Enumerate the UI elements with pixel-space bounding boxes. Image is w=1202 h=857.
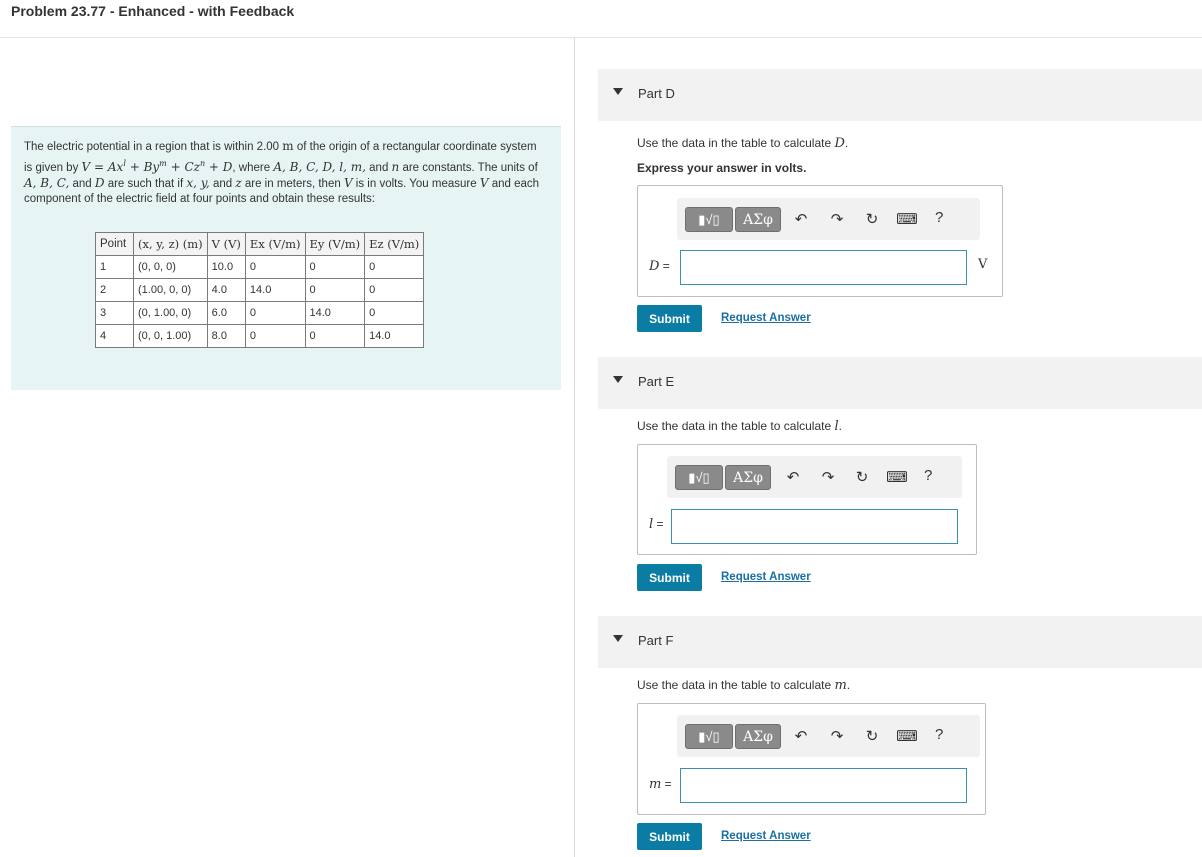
help-icon[interactable]: ? [935,726,943,743]
page-header: Problem 23.77 - Enhanced - with Feedback [0,0,1202,38]
reset-icon[interactable]: ↻ [853,468,871,486]
table-cell: 0 [364,255,425,279]
problem-text: The electric potential in a region that … [24,139,540,206]
table-cell: (0, 0, 0) [133,255,208,279]
keyboard-icon[interactable]: ⌨ [896,727,918,745]
table-cell: 8.0 [206,324,246,348]
part-f-answer-box: ▮√▯ ΑΣφ ↶ ↷ ↻ ⌨ ? m = [637,703,986,815]
greek-symbols-button[interactable]: ΑΣφ [725,465,771,490]
table-cell: 4 [95,324,134,348]
table-row: 2 (1.00, 0, 0) 4.0 14.0 0 0 [95,278,425,302]
part-e-instruction: Use the data in the table to calculate l… [637,419,842,434]
part-e-answer-input[interactable] [671,509,958,544]
measurement-table: Point (x, y, z) (m) V (V) Ex (V/m) Ey (V… [95,232,425,348]
problem-statement: The electric potential in a region that … [11,126,561,390]
part-f-answer-input[interactable] [680,768,967,803]
keyboard-icon[interactable]: ⌨ [896,210,918,228]
column-divider [574,38,575,857]
collapse-caret-icon[interactable] [613,88,623,95]
table-cell: 0 [364,301,425,325]
table-cell: 0 [304,255,366,279]
redo-icon[interactable]: ↷ [828,210,846,228]
part-f-request-answer-link[interactable]: Request Answer [721,830,811,842]
table-cell: 6.0 [206,301,246,325]
table-cell: 2 [95,278,134,302]
part-d-answer-input[interactable] [680,250,967,285]
part-d-header[interactable]: Part D [598,69,1202,121]
table-header-cell: Ey (V/m) [304,232,366,256]
template-button[interactable]: ▮√▯ [685,724,733,749]
undo-icon[interactable]: ↶ [792,210,810,228]
part-d-label: Part D [638,86,675,101]
part-e-header[interactable]: Part E [598,357,1202,409]
table-cell: 4.0 [206,278,246,302]
redo-icon[interactable]: ↷ [828,727,846,745]
table-cell: (0, 0, 1.00) [133,324,208,348]
math-toolbar: ▮√▯ ΑΣφ ↶ ↷ ↻ ⌨ ? [677,715,980,757]
template-button[interactable]: ▮√▯ [675,465,723,490]
part-e-label: Part E [638,374,675,389]
table-cell: 3 [95,301,134,325]
part-d-answer-box: ▮√▯ ΑΣφ ↶ ↷ ↻ ⌨ ? D = V [637,185,1003,297]
part-e-request-answer-link[interactable]: Request Answer [721,571,811,583]
table-header-row: Point (x, y, z) (m) V (V) Ex (V/m) Ey (V… [95,232,425,256]
part-e-variable-label: l = [649,517,664,532]
greek-symbols-button[interactable]: ΑΣφ [735,724,781,749]
part-e-answer-box: ▮√▯ ΑΣφ ↶ ↷ ↻ ⌨ ? l = [637,444,977,555]
undo-icon[interactable]: ↶ [784,468,802,486]
table-cell: 0 [244,301,306,325]
table-cell: 0 [364,278,425,302]
undo-icon[interactable]: ↶ [792,727,810,745]
table-header-cell: Ex (V/m) [244,232,306,256]
part-f-submit-button[interactable]: Submit [637,823,702,850]
page-title: Problem 23.77 - Enhanced - with Feedback [11,3,295,19]
part-d-express: Express your answer in volts. [637,161,807,175]
redo-icon[interactable]: ↷ [819,468,837,486]
table-row: 4 (0, 0, 1.00) 8.0 0 0 14.0 [95,324,425,348]
table-header-cell: V (V) [206,232,246,256]
table-header-cell: Ez (V/m) [364,232,425,256]
table-cell: (1.00, 0, 0) [133,278,208,302]
help-icon[interactable]: ? [935,209,943,226]
help-icon[interactable]: ? [924,467,932,484]
table-cell: 14.0 [304,301,366,325]
table-cell: 14.0 [244,278,306,302]
table-header-cell: Point [95,232,134,256]
part-f-variable-label: m = [649,777,672,792]
part-f-label: Part F [638,633,674,648]
table-cell: 0 [244,324,306,348]
table-header-cell: (x, y, z) (m) [133,232,208,256]
part-e-submit-button[interactable]: Submit [637,564,702,591]
reset-icon[interactable]: ↻ [863,727,881,745]
collapse-caret-icon[interactable] [613,376,623,383]
table-cell: (0, 1.00, 0) [133,301,208,325]
collapse-caret-icon[interactable] [613,635,623,642]
part-f-instruction: Use the data in the table to calculate m… [637,678,851,693]
table-row: 3 (0, 1.00, 0) 6.0 0 14.0 0 [95,301,425,325]
table-row: 1 (0, 0, 0) 10.0 0 0 0 [95,255,425,279]
table-cell: 10.0 [206,255,246,279]
table-cell: 14.0 [364,324,425,348]
part-d-variable-label: D = [649,259,670,274]
part-f-header[interactable]: Part F [598,616,1202,668]
greek-symbols-button[interactable]: ΑΣφ [735,207,781,232]
math-toolbar: ▮√▯ ΑΣφ ↶ ↷ ↻ ⌨ ? [677,198,980,240]
template-button[interactable]: ▮√▯ [685,207,733,232]
math-toolbar: ▮√▯ ΑΣφ ↶ ↷ ↻ ⌨ ? [667,456,962,498]
reset-icon[interactable]: ↻ [863,210,881,228]
keyboard-icon[interactable]: ⌨ [886,468,908,486]
part-d-submit-button[interactable]: Submit [637,305,702,332]
part-d-instruction: Use the data in the table to calculate D… [637,136,849,151]
table-cell: 0 [244,255,306,279]
part-d-request-answer-link[interactable]: Request Answer [721,312,811,324]
part-d-unit: V [978,257,988,272]
table-cell: 1 [95,255,134,279]
table-cell: 0 [304,278,366,302]
table-cell: 0 [304,324,366,348]
